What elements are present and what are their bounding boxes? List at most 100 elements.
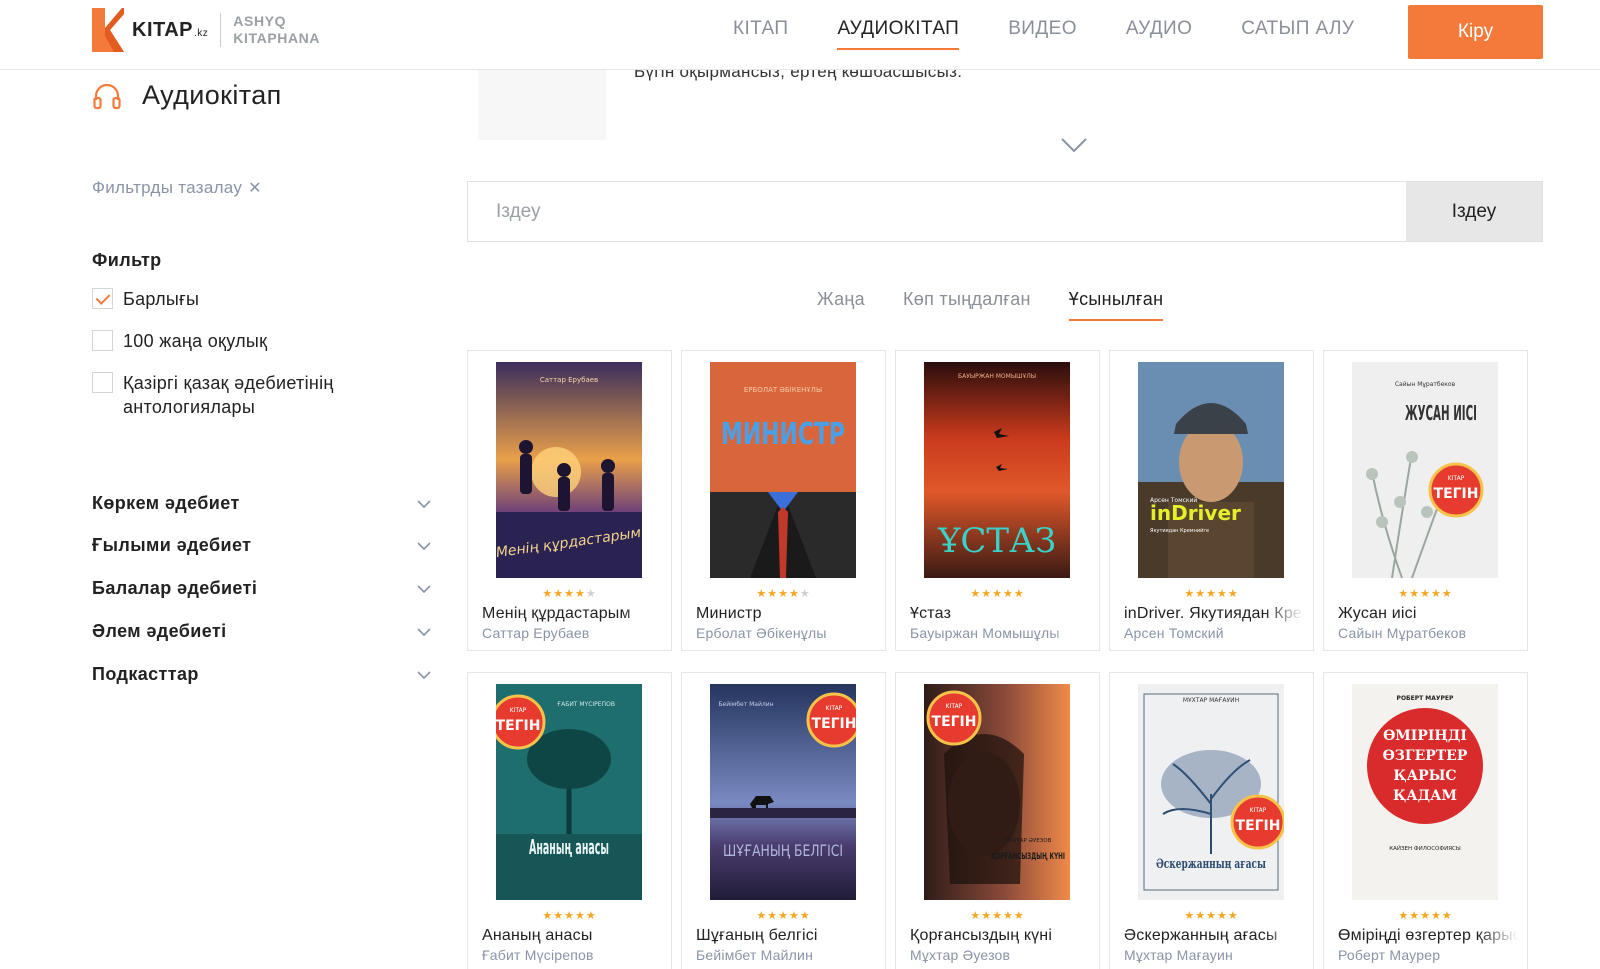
book-card[interactable]: БАУЫРЖАН МОМЫШҰЛЫ ҰСТАЗ ★★★★★ Ұстаз Бауы… bbox=[895, 350, 1100, 651]
book-card[interactable]: Арсен Томский inDriver Якутиядан Кремний… bbox=[1109, 350, 1314, 651]
checkbox-checked[interactable] bbox=[92, 288, 113, 309]
star-icon: ★ bbox=[1184, 910, 1196, 922]
book-cover[interactable]: МҰХТАР МАҒАУИН Әскержанның ағасы KITAP Т… bbox=[1138, 684, 1284, 900]
star-icon: ★ bbox=[992, 910, 1003, 922]
book-cover[interactable]: Саттар Ерубаев Менің құрдастарым bbox=[496, 362, 642, 578]
kitap-logo[interactable]: KITAP.kz ASHYQ KITAPHANA bbox=[92, 8, 320, 52]
book-title[interactable]: Менің құрдастарым bbox=[482, 605, 662, 623]
checkbox[interactable] bbox=[92, 372, 113, 393]
book-author[interactable]: Бейімбет Майлин bbox=[696, 947, 876, 963]
book-author[interactable]: Мұхтар Әуезов bbox=[910, 947, 1090, 963]
page-title: Аудиокітап bbox=[92, 80, 282, 111]
filter-all[interactable]: Барлығы bbox=[92, 287, 199, 311]
star-icon: ★ bbox=[1184, 588, 1196, 600]
svg-text:KITAP: KITAP bbox=[826, 705, 843, 712]
filter-anthologies[interactable]: Қазіргі қазақ әдебиетінің антологиялары bbox=[92, 371, 392, 419]
filter-new-textbooks[interactable]: 100 жаңа оқулық bbox=[92, 329, 267, 353]
book-title[interactable]: Министр bbox=[696, 605, 876, 623]
book-title[interactable]: Шұғаның белгісі bbox=[696, 927, 876, 945]
book-author[interactable]: Саттар Ерубаев bbox=[482, 625, 662, 641]
nav-buy[interactable]: САТЫП АЛУ bbox=[1241, 18, 1354, 50]
book-cover[interactable]: ҒАБИТ МҮСІРЕПОВ Ананың анасы KITAP ТЕГІН bbox=[496, 684, 642, 900]
rating-stars: ★★★★★ bbox=[682, 909, 885, 922]
star-icon: ★ bbox=[1430, 588, 1442, 600]
book-card[interactable]: Сайын Мұратбеков ЖУСАН ИІСІ KITAP ТЕГІН … bbox=[1323, 350, 1528, 651]
book-cover[interactable]: РОБЕРТ МАУРЕР ӨМІРІҢДІ ӨЗГЕРТЕР ҚАРЫС ҚА… bbox=[1352, 684, 1498, 900]
star-icon: ★ bbox=[585, 910, 597, 922]
book-cover[interactable]: Бейімбет Майлин ШҰҒАНЫҢ БЕЛГІСІ KITAP ТЕ… bbox=[710, 684, 856, 900]
book-cover[interactable]: ЕРБОЛАТ ӘБІКЕНҰЛЫ МИНИСТР bbox=[710, 362, 856, 578]
filter-label: Қазіргі қазақ әдебиетінің антологиялары bbox=[123, 373, 334, 417]
search-button[interactable]: Іздеу bbox=[1406, 182, 1542, 241]
checkbox[interactable] bbox=[92, 330, 113, 351]
logo-subtitle: ASHYQ KITAPHANA bbox=[233, 13, 321, 46]
cover-title-text: Әскержанның ағасы bbox=[1156, 857, 1266, 872]
star-icon: ★ bbox=[1398, 588, 1410, 600]
book-author[interactable]: Роберт Маурер bbox=[1338, 947, 1518, 963]
star-icon: ★ bbox=[1206, 588, 1217, 600]
cover-title-text: Ананың анасы bbox=[529, 835, 609, 859]
book-title[interactable]: Қорғансыздың күні bbox=[910, 927, 1090, 945]
tab-recommended[interactable]: Ұсынылған bbox=[1068, 289, 1164, 321]
book-card[interactable]: Бейімбет Майлин ШҰҒАНЫҢ БЕЛГІСІ KITAP ТЕ… bbox=[681, 672, 886, 969]
star-icon: ★ bbox=[1216, 910, 1228, 922]
nav-audio[interactable]: АУДИО bbox=[1126, 18, 1192, 50]
book-card[interactable]: ҒАБИТ МҮСІРЕПОВ Ананың анасы KITAP ТЕГІН… bbox=[467, 672, 672, 969]
category-science[interactable]: Ғылыми әдебиет bbox=[92, 535, 432, 556]
category-podcasts[interactable]: Подкасттар bbox=[92, 664, 432, 685]
book-cover[interactable]: Сайын Мұратбеков ЖУСАН ИІСІ KITAP ТЕГІН bbox=[1352, 362, 1498, 578]
book-cover[interactable]: Арсен Томский inDriver Якутиядан Кремний… bbox=[1138, 362, 1284, 578]
book-title[interactable]: inDriver. Якутиядан Кремнийге bbox=[1124, 605, 1304, 623]
logo-divider bbox=[220, 13, 222, 47]
book-author[interactable]: Мұхтар Мағауин bbox=[1124, 947, 1304, 963]
star-icon: ★ bbox=[788, 910, 800, 922]
book-title[interactable]: Ұстаз bbox=[910, 605, 1090, 623]
main-nav: КІТАП АУДИОКІТАП ВИДЕО АУДИО САТЫП АЛУ bbox=[733, 18, 1403, 50]
book-card[interactable]: МҰХТАР МАҒАУИН Әскержанның ағасы KITAP Т… bbox=[1109, 672, 1314, 969]
free-badge: KITAP ТЕГІН bbox=[496, 694, 546, 750]
search-input[interactable] bbox=[468, 182, 1406, 241]
book-card[interactable]: Саттар Ерубаев Менің құрдастарым ★★★★★ М… bbox=[467, 350, 672, 651]
star-icon: ★ bbox=[1195, 910, 1207, 922]
book-card[interactable]: РОБЕРТ МАУРЕР ӨМІРІҢДІ ӨЗГЕРТЕР ҚАРЫС ҚА… bbox=[1323, 672, 1528, 969]
star-icon: ★ bbox=[542, 588, 554, 600]
book-author[interactable]: Ғабит Мүсірепов bbox=[482, 947, 662, 963]
book-author[interactable]: Ерболат Әбікенұлы bbox=[696, 625, 876, 641]
login-button[interactable]: Кіру bbox=[1408, 5, 1543, 59]
book-title[interactable]: Әскержанның ағасы bbox=[1124, 927, 1304, 945]
tab-most-listened[interactable]: Көп тыңдалған bbox=[903, 289, 1031, 321]
svg-text:Якутиядан Кремнийге: Якутиядан Кремнийге bbox=[1150, 527, 1209, 534]
cover-author-text: МҰХТАР ӘУЕЗОВ bbox=[1005, 838, 1052, 844]
book-author[interactable]: Арсен Томский bbox=[1124, 625, 1304, 641]
clear-filters-link[interactable]: Фильтрды тазалау ✕ bbox=[92, 178, 262, 198]
svg-text:КАЙЗЕН ФИЛОСОФИЯСЫ: КАЙЗЕН ФИЛОСОФИЯСЫ bbox=[1389, 845, 1461, 852]
book-card[interactable]: МҰХТАР ӘУЕЗОВ ҚОРҒАНСЫЗДЫҢ КҮНІ KITAP ТЕ… bbox=[895, 672, 1100, 969]
cover-author-text: МҰХТАР МАҒАУИН bbox=[1183, 697, 1239, 704]
category-children[interactable]: Балалар әдебиеті bbox=[92, 578, 432, 599]
star-icon: ★ bbox=[1420, 910, 1431, 922]
star-icon: ★ bbox=[1409, 910, 1421, 922]
expand-chevron-icon[interactable] bbox=[1060, 136, 1088, 154]
book-card[interactable]: ЕРБОЛАТ ӘБІКЕНҰЛЫ МИНИСТР ★★★★★ Министр … bbox=[681, 350, 886, 651]
cover-title-text: ЖУСАН ИІСІ bbox=[1405, 401, 1477, 425]
book-title[interactable]: Жусан иісі bbox=[1338, 605, 1518, 623]
rating-stars: ★★★★★ bbox=[896, 587, 1099, 600]
nav-video[interactable]: ВИДЕО bbox=[1008, 18, 1077, 50]
star-icon: ★ bbox=[970, 588, 982, 600]
book-cover[interactable]: МҰХТАР ӘУЕЗОВ ҚОРҒАНСЫЗДЫҢ КҮНІ KITAP ТЕ… bbox=[924, 684, 1070, 900]
star-icon: ★ bbox=[1195, 588, 1207, 600]
star-icon: ★ bbox=[1002, 588, 1014, 600]
book-author[interactable]: Сайын Мұратбеков bbox=[1338, 625, 1518, 641]
tab-new[interactable]: Жаңа bbox=[817, 289, 865, 321]
book-title[interactable]: Өміріңді өзгертер қарыс қадам bbox=[1338, 927, 1518, 945]
star-icon: ★ bbox=[542, 910, 554, 922]
nav-kitap[interactable]: КІТАП bbox=[733, 18, 788, 50]
star-icon: ★ bbox=[767, 588, 779, 600]
star-icon: ★ bbox=[1441, 588, 1453, 600]
book-title[interactable]: Ананың анасы bbox=[482, 927, 662, 945]
category-world[interactable]: Әлем әдебиеті bbox=[92, 621, 432, 642]
nav-audiokitap[interactable]: АУДИОКІТАП bbox=[837, 18, 960, 50]
category-fiction[interactable]: Көркем әдебиет bbox=[92, 493, 432, 514]
book-author[interactable]: Бауыржан Момышұлы bbox=[910, 625, 1090, 641]
book-cover[interactable]: БАУЫРЖАН МОМЫШҰЛЫ ҰСТАЗ bbox=[924, 362, 1070, 578]
